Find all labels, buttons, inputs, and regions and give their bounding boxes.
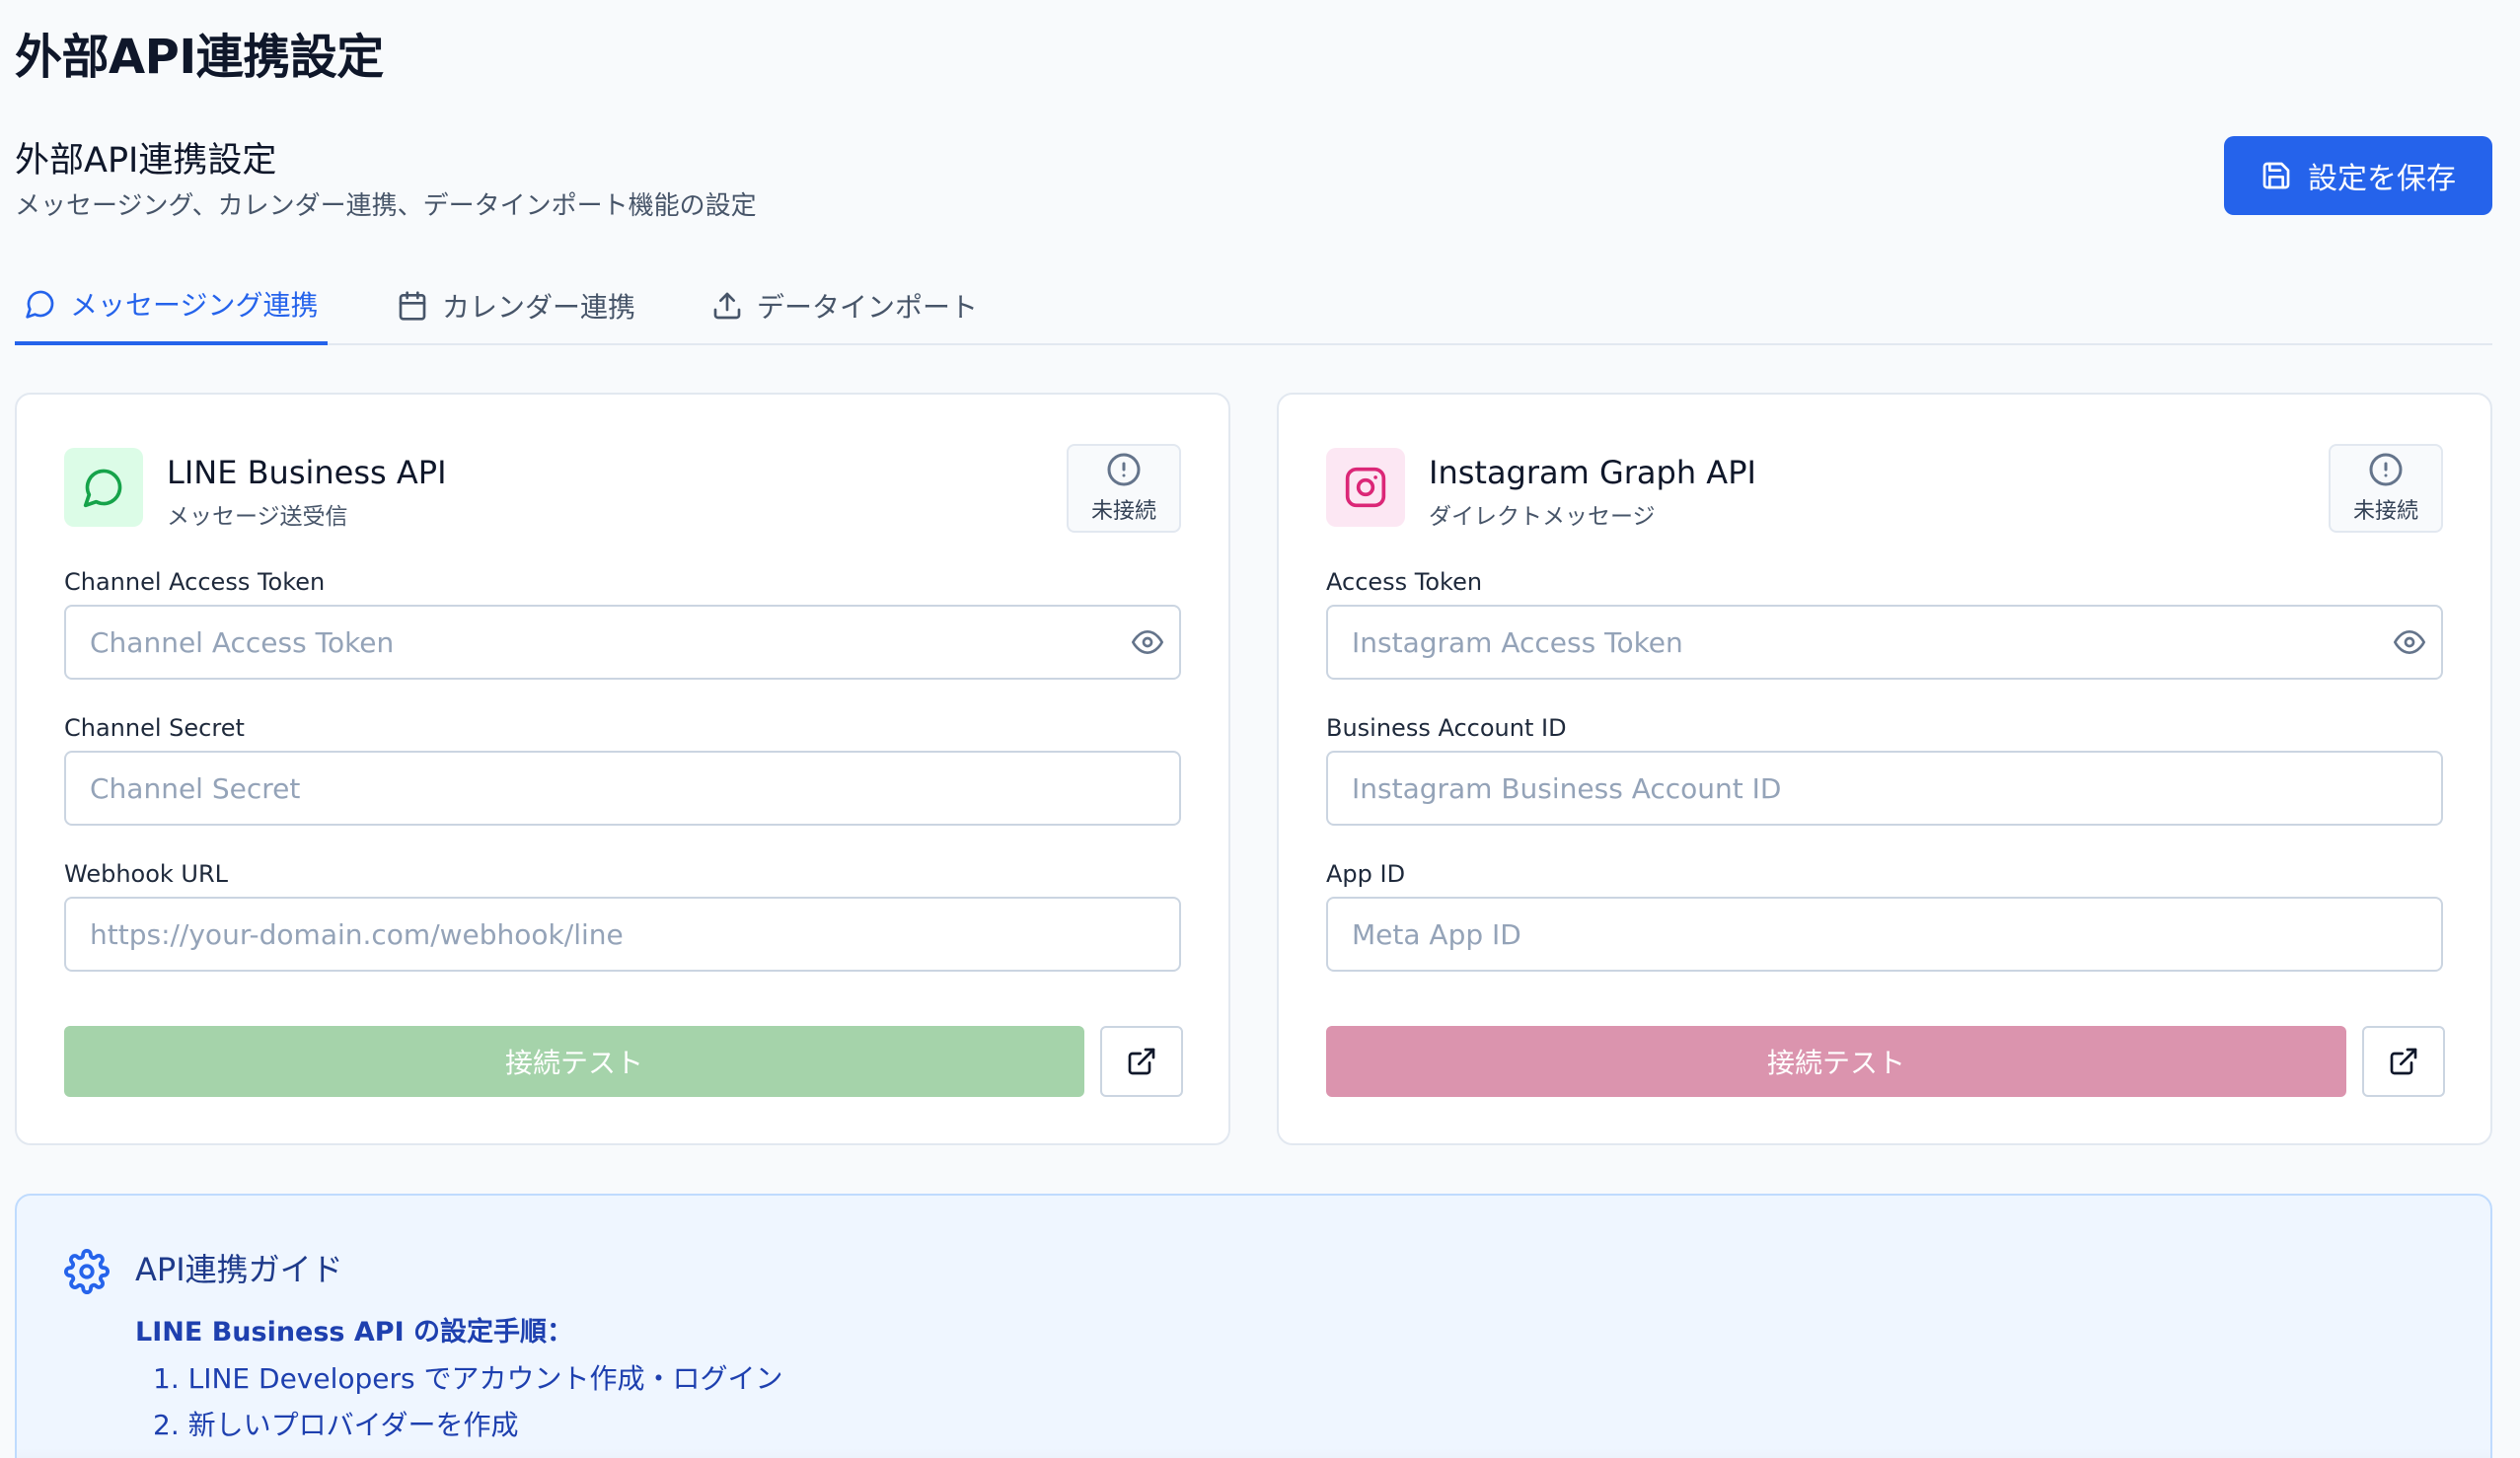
instagram-account-id-label: Business Account ID [1326, 714, 1567, 742]
instagram-status-badge: 未接続 [2329, 444, 2443, 533]
guide-steps-list: 1. LINE Developers でアカウント作成・ログイン 2. 新しいプ… [153, 1355, 783, 1448]
tab-messaging[interactable]: メッセージング連携 [15, 266, 329, 345]
scroll-fade [17, 1448, 2490, 1458]
line-card-subtitle: メッセージ送受信 [167, 504, 348, 530]
line-icon-box [64, 448, 143, 527]
line-webhook-label: Webhook URL [64, 860, 229, 888]
api-guide-panel: API連携ガイド LINE Business API の設定手順： 1. LIN… [15, 1194, 2492, 1458]
tab-calendar-label: カレンダー連携 [442, 291, 636, 324]
instagram-token-input[interactable] [1326, 605, 2443, 680]
instagram-account-id-input[interactable] [1326, 751, 2443, 826]
line-webhook-input[interactable] [64, 897, 1181, 972]
line-status-badge: 未接続 [1067, 444, 1181, 533]
message-circle-icon [26, 290, 54, 319]
instagram-open-external-button[interactable] [2362, 1026, 2445, 1097]
instagram-status-text: 未接続 [2352, 499, 2418, 524]
page-title: 外部API連携設定 [15, 30, 384, 85]
external-link-icon [2390, 1048, 2417, 1075]
section-description: メッセージング、カレンダー連携、データインポート機能の設定 [15, 191, 757, 221]
section-title: 外部API連携設定 [15, 141, 277, 181]
eye-icon[interactable] [2394, 626, 2425, 658]
eye-icon[interactable] [1132, 626, 1163, 658]
instagram-icon-box [1326, 448, 1405, 527]
instagram-card-title: Instagram Graph API [1429, 454, 1756, 491]
settings-gear-icon [64, 1249, 110, 1294]
line-secret-input[interactable] [64, 751, 1181, 826]
guide-subtitle: LINE Business API の設定手順： [135, 1317, 574, 1348]
line-api-card: LINE Business API メッセージ送受信 未接続 Channel A… [15, 393, 1230, 1145]
instagram-app-id-label: App ID [1326, 860, 1406, 888]
instagram-icon [1345, 467, 1386, 508]
save-button-label: 設定を保存 [2308, 162, 2456, 196]
calendar-icon [399, 291, 426, 321]
line-status-text: 未接続 [1090, 499, 1156, 524]
tab-messaging-label: メッセージング連携 [70, 289, 319, 322]
upload-icon [713, 292, 741, 320]
instagram-card-subtitle: ダイレクトメッセージ [1429, 504, 1656, 530]
instagram-token-label: Access Token [1326, 568, 1483, 596]
guide-step: 1. LINE Developers でアカウント作成・ログイン [153, 1362, 783, 1395]
save-icon [2262, 162, 2290, 189]
guide-step: 2. 新しいプロバイダーを作成 [153, 1409, 519, 1441]
save-settings-button[interactable]: 設定を保存 [2224, 136, 2492, 215]
tab-bar: メッセージング連携 カレンダー連携 データインポート [15, 266, 2492, 345]
instagram-test-connection-button[interactable]: 接続テスト [1326, 1026, 2346, 1097]
line-secret-label: Channel Secret [64, 714, 245, 742]
guide-title: API連携ガイド [135, 1251, 343, 1288]
line-token-label: Channel Access Token [64, 568, 326, 596]
instagram-app-id-input[interactable] [1326, 897, 2443, 972]
alert-circle-icon [2369, 453, 2403, 486]
external-link-icon [1128, 1048, 1155, 1075]
tab-data-import[interactable]: データインポート [711, 266, 978, 345]
message-circle-icon [83, 469, 122, 508]
line-card-title: LINE Business API [167, 454, 447, 491]
line-test-connection-button[interactable]: 接続テスト [64, 1026, 1084, 1097]
instagram-api-card: Instagram Graph API ダイレクトメッセージ 未接続 Acces… [1277, 393, 2492, 1145]
line-open-external-button[interactable] [1100, 1026, 1183, 1097]
line-token-input[interactable] [64, 605, 1181, 680]
tab-calendar[interactable]: カレンダー連携 [397, 266, 635, 345]
alert-circle-icon [1107, 453, 1141, 486]
tab-data-import-label: データインポート [757, 291, 979, 324]
